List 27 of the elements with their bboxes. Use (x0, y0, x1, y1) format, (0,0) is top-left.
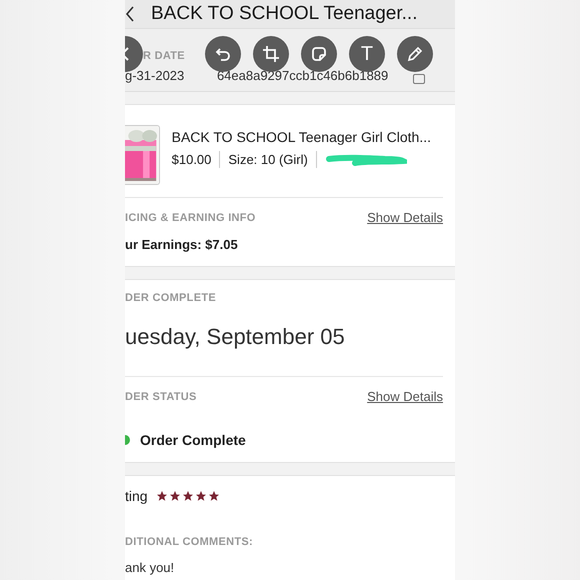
section-heading: DITIONAL COMMENTS: (125, 536, 254, 548)
page-title: BACK TO SCHOOL Teenager... (151, 3, 418, 25)
section-heading: ICING & EARNING INFO (125, 212, 256, 224)
pencil-icon (405, 44, 425, 64)
completion-date: uesday, September 05 (125, 324, 346, 350)
section-heading: DER STATUS (125, 390, 197, 402)
show-details-link[interactable]: Show Details (367, 210, 443, 225)
status-text: Order Complete (140, 432, 246, 448)
star-icon (168, 490, 181, 502)
rating-label: ting (125, 488, 148, 504)
square-icon[interactable] (413, 74, 425, 84)
price: $10.00 (172, 152, 212, 167)
crop-icon (261, 44, 281, 64)
star-icon (182, 490, 194, 502)
star-icon (156, 490, 168, 502)
product-title: BACK TO SCHOOL Teenager Girl Cloth... (172, 129, 431, 145)
section-heading: DER COMPLETE (125, 292, 217, 304)
field-value: g-31-2023 (125, 68, 185, 82)
field-label: R DATE (143, 50, 185, 62)
size: Size: 10 (Girl) (228, 152, 308, 167)
comment-text: ank you! (125, 560, 176, 575)
sticker-icon (309, 44, 329, 64)
earnings-text: ur Earnings: $7.05 (125, 237, 239, 252)
star-icon (208, 490, 220, 502)
show-details-link[interactable]: Show Details (367, 389, 443, 404)
star-icon (194, 490, 207, 502)
back-icon[interactable] (125, 6, 135, 22)
